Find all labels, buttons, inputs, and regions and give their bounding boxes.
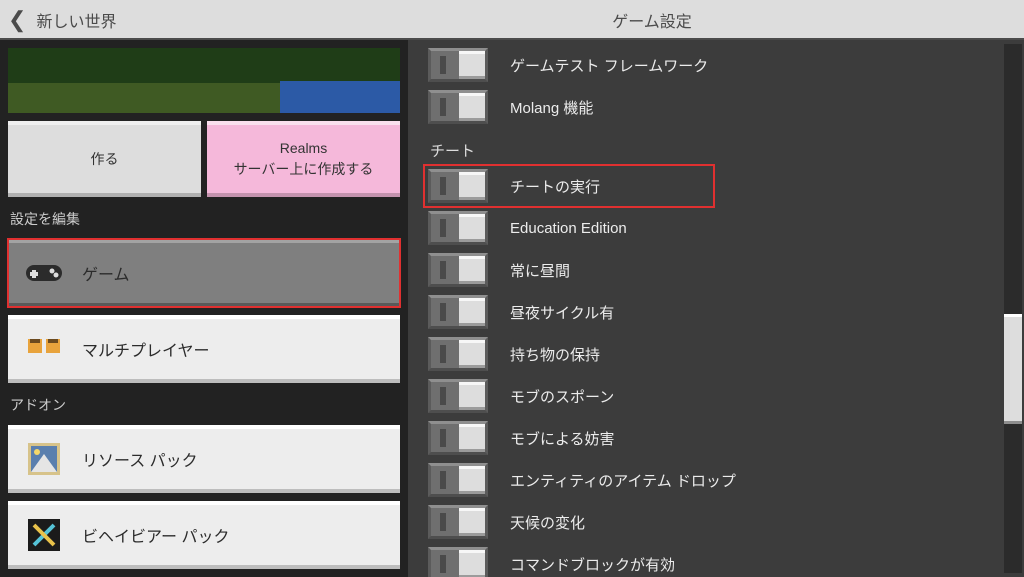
nav-multiplayer[interactable]: マルチプレイヤー (8, 315, 400, 383)
section-addons-label: アドオン (8, 391, 400, 417)
back-button[interactable]: ❮ 新しい世界 (0, 0, 128, 40)
toggle-switch[interactable] (428, 253, 488, 287)
toggle-row: コマンドブロックが有効 (424, 543, 1024, 577)
toggle-row: 持ち物の保持 (424, 333, 1024, 375)
toggle-switch[interactable] (428, 295, 488, 329)
toggle-row: 昼夜サイクル有 (424, 291, 1024, 333)
toggle-label: モブによる妨害 (510, 428, 615, 449)
toggle-row: 常に昼間 (424, 249, 1024, 291)
toggle-switch[interactable] (428, 90, 488, 124)
toggle-row: エンティティのアイテム ドロップ (424, 459, 1024, 501)
back-label: 新しい世界 (36, 8, 116, 32)
toggle-row: Molang 機能 (424, 86, 1024, 128)
world-preview-image (8, 48, 400, 113)
toggle-row: ゲームテスト フレームワーク (424, 44, 1024, 86)
players-icon (24, 329, 64, 369)
toggle-label: Education Edition (510, 220, 627, 237)
toggle-row: モブのスポーン (424, 375, 1024, 417)
toggle-switch[interactable] (428, 379, 488, 413)
toggle-row: 天候の変化 (424, 501, 1024, 543)
nav-resource-label: リソース パック (82, 447, 198, 471)
nav-game-label: ゲーム (82, 261, 130, 285)
toggle-label: モブのスポーン (510, 386, 614, 407)
toggle-row: チートの実行 (424, 165, 714, 207)
nav-behavior-label: ビヘイビアー パック (82, 523, 230, 547)
section-settings-label: 設定を編集 (8, 205, 400, 231)
toggle-label: エンティティのアイテム ドロップ (510, 470, 736, 491)
scrollbar-track (1004, 44, 1022, 573)
group-cheats-label: チート (430, 140, 1024, 161)
page-title: ゲーム設定 (332, 0, 692, 40)
toggle-switch[interactable] (428, 337, 488, 371)
toggle-row: モブによる妨害 (424, 417, 1024, 459)
toggle-switch[interactable] (428, 169, 488, 203)
swords-icon (24, 515, 64, 555)
nav-resource-pack[interactable]: リソース パック (8, 425, 400, 493)
scrollbar-thumb[interactable] (1004, 314, 1022, 424)
toggle-switch[interactable] (428, 463, 488, 497)
right-panel: ゲームテスト フレームワーク Molang 機能チートチートの実行 Educatio… (408, 40, 1024, 577)
realms-create-button[interactable]: Realms サーバー上に作成する (207, 121, 400, 197)
toggle-label: 持ち物の保持 (510, 344, 600, 365)
toggle-switch[interactable] (428, 421, 488, 455)
scrollbar[interactable] (1004, 44, 1022, 573)
toggle-switch[interactable] (428, 48, 488, 82)
nav-game[interactable]: ゲーム (8, 239, 400, 307)
left-panel: 作る Realms サーバー上に作成する 設定を編集 ゲーム マルチプレイヤー (0, 40, 408, 577)
toggle-label: 天候の変化 (510, 512, 585, 533)
chevron-left-icon: ❮ (8, 9, 26, 31)
toggle-label: チートの実行 (510, 176, 600, 197)
painting-icon (24, 439, 64, 479)
toggle-label: 昼夜サイクル有 (510, 302, 614, 323)
toggle-switch[interactable] (428, 211, 488, 245)
toggle-row: Education Edition (424, 207, 1024, 249)
nav-behavior-pack[interactable]: ビヘイビアー パック (8, 501, 400, 569)
toggle-label: コマンドブロックが有効 (510, 554, 675, 575)
toggle-switch[interactable] (428, 505, 488, 539)
create-button[interactable]: 作る (8, 121, 201, 197)
header: ❮ 新しい世界 ゲーム設定 (0, 0, 1024, 40)
toggle-switch[interactable] (428, 547, 488, 577)
toggle-label: 常に昼間 (510, 260, 570, 281)
gamepad-icon (24, 253, 64, 293)
toggle-label: ゲームテスト フレームワーク (510, 55, 708, 76)
toggle-label: Molang 機能 (510, 97, 593, 118)
nav-multiplayer-label: マルチプレイヤー (82, 337, 210, 361)
